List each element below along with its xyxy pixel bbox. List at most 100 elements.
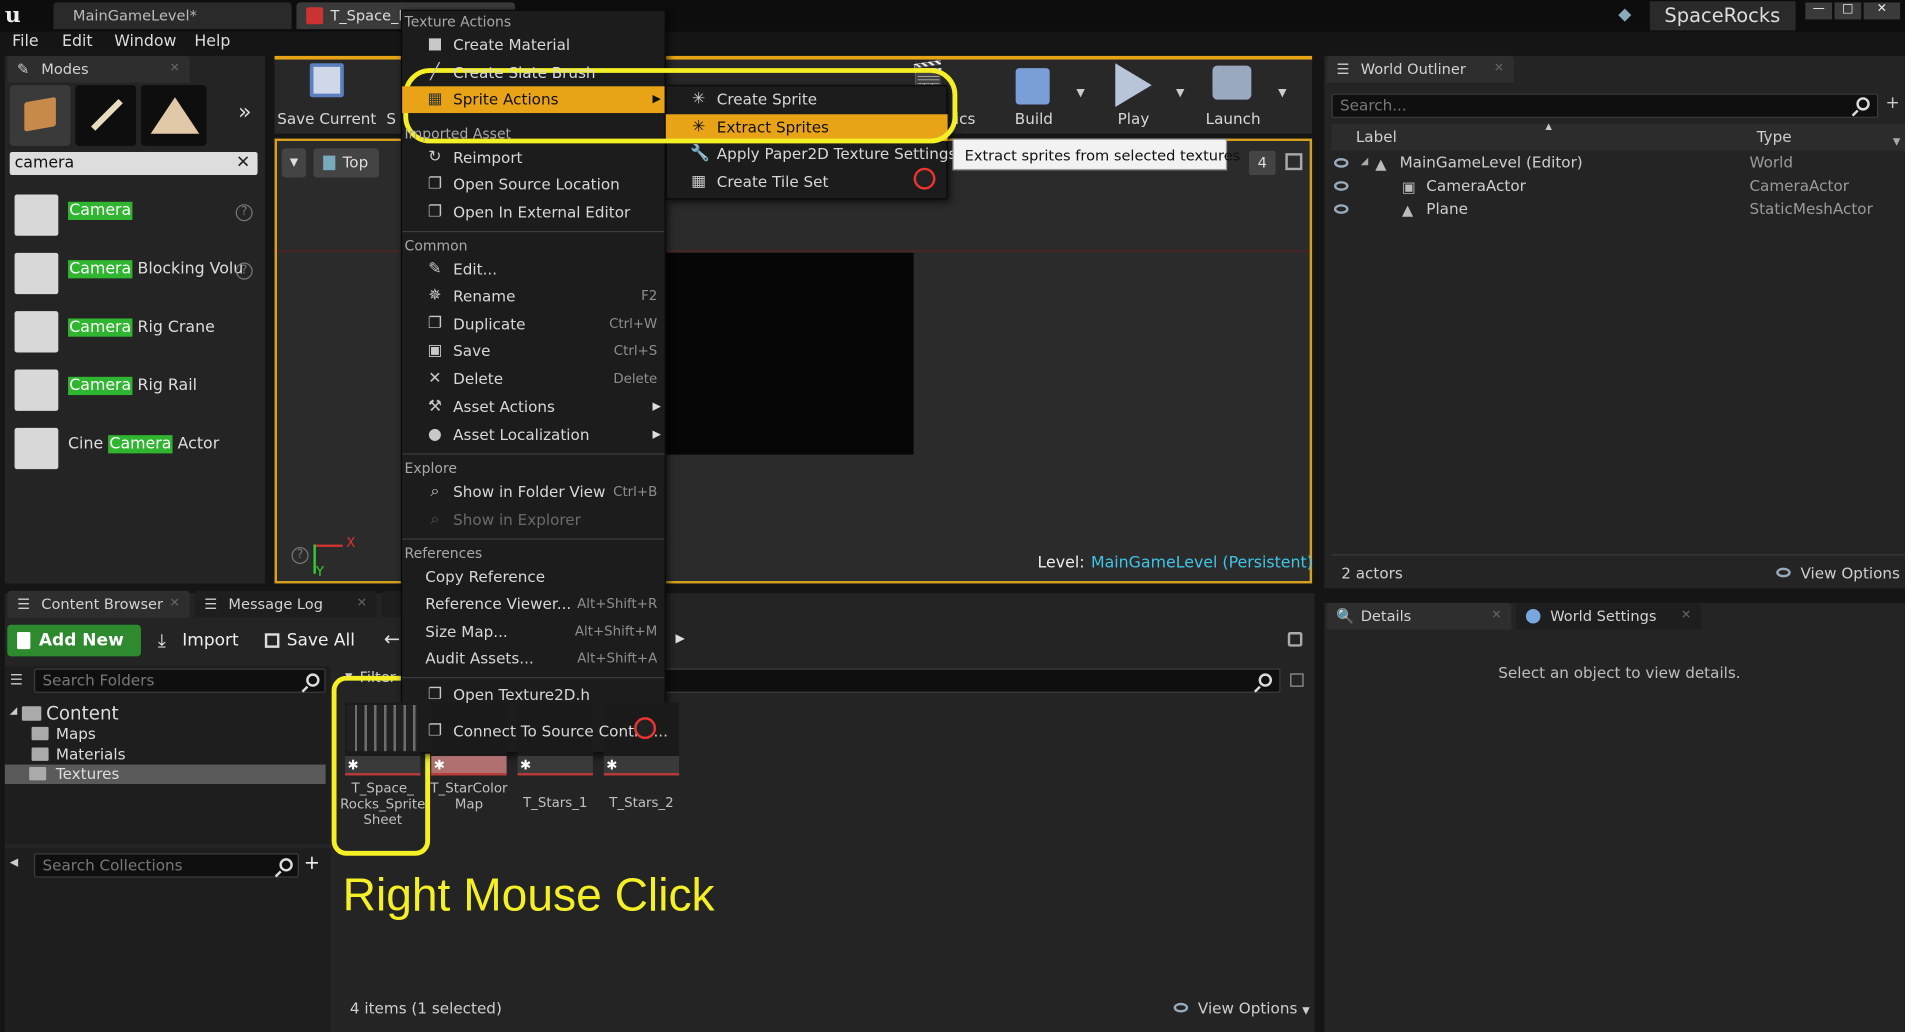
mode-item[interactable]: Camera Blocking Volu? bbox=[10, 250, 260, 299]
outliner-search-input[interactable]: Search... bbox=[1331, 93, 1879, 118]
save-all-button[interactable]: Save All bbox=[260, 625, 364, 657]
expand-arrow-icon[interactable]: ◢ bbox=[10, 705, 17, 716]
close-icon[interactable]: ✕ bbox=[1494, 56, 1504, 83]
folder-tree-item[interactable]: ◢ Content bbox=[10, 703, 302, 725]
search-icon[interactable] bbox=[306, 673, 320, 687]
menu-item-delete[interactable]: ✕ Delete Delete bbox=[402, 366, 664, 393]
viewport-top-button[interactable]: Top bbox=[313, 148, 380, 178]
tab-world-outliner[interactable]: ☰ World Outliner ✕ bbox=[1326, 55, 1514, 83]
menu-item-edit[interactable]: ✎ Edit... bbox=[402, 256, 664, 283]
menu-item-show-folder-view[interactable]: ⌕ Show in Folder View Ctrl+B bbox=[402, 479, 664, 506]
maximize-button[interactable]: □ bbox=[1834, 2, 1862, 20]
tab-content-browser[interactable]: ☰ Content Browser ✕ bbox=[7, 590, 190, 618]
viewport-maximize-icon[interactable] bbox=[1285, 153, 1303, 171]
play-button[interactable]: Play bbox=[1098, 61, 1176, 131]
back-arrow-icon[interactable]: ← bbox=[384, 627, 400, 650]
mode-item[interactable]: Cine Camera Actor bbox=[10, 425, 260, 474]
folder-tree-item[interactable]: Maps bbox=[29, 724, 321, 743]
add-actor-icon[interactable]: + bbox=[1886, 94, 1900, 113]
menu-item-open-external-editor[interactable]: ❐ Open In External Editor bbox=[402, 199, 664, 226]
cb-view-options[interactable]: View Options ▼ bbox=[1173, 999, 1310, 1017]
save-search-icon[interactable] bbox=[1290, 673, 1304, 687]
lock-icon[interactable] bbox=[1287, 632, 1303, 647]
launch-dropdown-icon[interactable]: ▼ bbox=[1278, 88, 1286, 100]
folder-tree-item[interactable]: Materials bbox=[29, 744, 321, 763]
collections-toggle-icon[interactable]: ◀ bbox=[10, 857, 18, 869]
viewport-help-icon[interactable]: ? bbox=[291, 546, 309, 564]
eye-icon[interactable] bbox=[1333, 181, 1349, 191]
close-icon[interactable]: ✕ bbox=[357, 591, 367, 618]
eye-icon[interactable] bbox=[1333, 204, 1349, 214]
mode-item[interactable]: Camera? bbox=[10, 192, 260, 241]
expand-arrow-icon[interactable]: ◢ bbox=[1361, 156, 1368, 167]
menu-item-create-material[interactable]: ■ Create Material bbox=[402, 32, 664, 59]
tab-details[interactable]: 🔍 Details ✕ bbox=[1326, 602, 1512, 630]
import-button[interactable]: ⤓ Import bbox=[156, 625, 248, 657]
outliner-view-options[interactable]: View Options bbox=[1776, 564, 1900, 582]
landscape-mode-button[interactable] bbox=[140, 85, 207, 146]
menu-item-connect-source-control[interactable]: ❐ Connect To Source Control... bbox=[402, 718, 668, 745]
menu-help[interactable]: Help bbox=[194, 33, 230, 51]
mode-item[interactable]: Camera Rig Crane bbox=[10, 309, 260, 358]
help-icon[interactable]: ? bbox=[235, 262, 253, 280]
minimize-button[interactable]: — bbox=[1805, 2, 1833, 20]
menu-item-asset-actions[interactable]: ⚒ Asset Actions ▶ bbox=[402, 394, 664, 421]
menu-item-audit-assets[interactable]: Audit Assets... Alt+Shift+A bbox=[402, 645, 664, 672]
menu-item-asset-localization[interactable]: ● Asset Localization ▶ bbox=[402, 422, 664, 449]
viewport-num-badge[interactable]: 4 bbox=[1248, 150, 1276, 176]
unreal-logo-icon[interactable]: u bbox=[5, 2, 32, 29]
search-icon[interactable] bbox=[1258, 673, 1273, 687]
close-icon[interactable]: ✕ bbox=[1681, 603, 1691, 630]
paint-mode-button[interactable] bbox=[75, 85, 137, 146]
modes-search-input[interactable]: camera ✕ bbox=[9, 151, 258, 176]
search-icon[interactable] bbox=[1856, 97, 1870, 111]
place-mode-button[interactable] bbox=[9, 85, 71, 146]
folder-tree-item[interactable]: Textures bbox=[4, 764, 326, 784]
launch-button[interactable]: Launch bbox=[1195, 61, 1275, 131]
asset-search-input[interactable] bbox=[656, 668, 1281, 693]
submenu-apply-paper2d[interactable]: 🔧 Apply Paper2D Texture Settings bbox=[666, 141, 956, 168]
menu-item-size-map[interactable]: Size Map... Alt+Shift+M bbox=[402, 619, 664, 646]
menu-item-copy-reference[interactable]: Copy Reference bbox=[402, 564, 664, 591]
help-icon[interactable]: ? bbox=[235, 204, 253, 222]
menu-edit[interactable]: Edit bbox=[62, 33, 93, 51]
menu-item-reference-viewer[interactable]: Reference Viewer... Alt+Shift+R bbox=[402, 591, 664, 618]
path-arrow-icon[interactable]: ▶ bbox=[675, 632, 684, 645]
column-options-icon[interactable]: ▼ bbox=[1893, 136, 1900, 147]
add-collection-icon[interactable]: + bbox=[304, 851, 320, 874]
menu-item-create-slate-brush[interactable]: ╱ Create Slate Brush bbox=[402, 60, 664, 87]
menu-file[interactable]: File bbox=[12, 33, 38, 51]
search-folders-input[interactable]: Search Folders bbox=[34, 668, 326, 693]
tab-world-settings[interactable]: World Settings ✕ bbox=[1516, 602, 1701, 630]
save-current-button[interactable]: Save Current bbox=[277, 61, 377, 131]
outliner-row[interactable]: ◢ ▲ MainGameLevel (Editor) World bbox=[1332, 153, 1905, 176]
menu-item-save[interactable]: ▣ Save Ctrl+S bbox=[402, 338, 664, 365]
menu-item-rename[interactable]: ✵ Rename F2 bbox=[402, 283, 664, 310]
outliner-row[interactable]: ▣ CameraActor CameraActor bbox=[1332, 176, 1905, 199]
viewport-options-button[interactable]: ▼ bbox=[281, 148, 307, 178]
menu-item-sprite-actions[interactable]: ▦ Sprite Actions ▶ bbox=[402, 86, 665, 114]
outliner-col-type[interactable]: Type bbox=[1757, 128, 1792, 146]
build-dropdown-icon[interactable]: ▼ bbox=[1076, 88, 1084, 100]
outliner-col-label[interactable]: Label bbox=[1356, 128, 1397, 146]
add-new-button[interactable]: Add New ▼ bbox=[7, 624, 141, 679]
tab-message-log[interactable]: ☰ Message Log ✕ bbox=[194, 590, 377, 618]
menu-item-open-source-location[interactable]: ❐ Open Source Location bbox=[402, 171, 664, 198]
search-collections-input[interactable]: Search Collections bbox=[34, 853, 299, 878]
menu-item-reimport[interactable]: ↻ Reimport bbox=[402, 145, 664, 172]
search-icon[interactable] bbox=[279, 858, 293, 872]
build-button[interactable]: Build bbox=[996, 61, 1076, 131]
play-dropdown-icon[interactable]: ▼ bbox=[1176, 88, 1184, 100]
menu-window[interactable]: Window bbox=[114, 33, 176, 51]
clear-search-icon[interactable]: ✕ bbox=[236, 152, 250, 175]
outliner-row[interactable]: ▲ Plane StaticMeshActor bbox=[1332, 199, 1905, 222]
more-modes-icon[interactable]: » bbox=[238, 100, 251, 126]
tab-modes[interactable]: ✎ Modes ✕ bbox=[7, 55, 190, 83]
menu-item-open-header[interactable]: ❐ Open Texture2D.h bbox=[402, 682, 664, 709]
close-button[interactable]: ✕ bbox=[1863, 2, 1901, 20]
close-icon[interactable]: ✕ bbox=[170, 56, 180, 83]
folders-toggle-icon[interactable]: ☰ bbox=[10, 671, 23, 688]
menu-item-duplicate[interactable]: ❐ Duplicate Ctrl+W bbox=[402, 311, 664, 338]
close-icon[interactable]: ✕ bbox=[170, 591, 180, 618]
submenu-create-tile-set[interactable]: ▦ Create Tile Set bbox=[666, 169, 948, 196]
